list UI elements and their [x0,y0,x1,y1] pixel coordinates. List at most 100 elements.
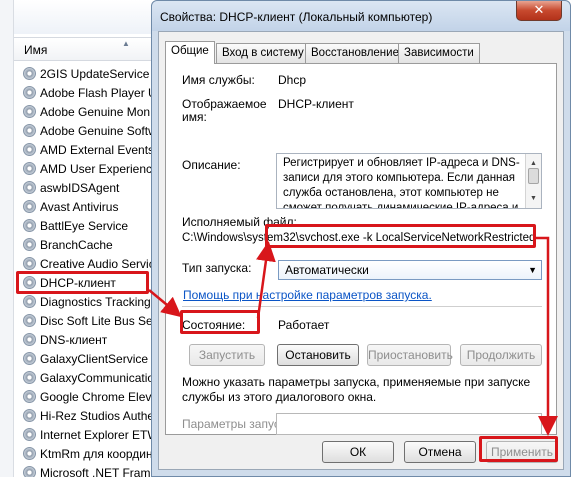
service-name: Adobe Flash Player U [40,86,157,100]
service-row[interactable]: Microsoft .NET Fram [23,464,160,477]
column-header-name: Имя [24,43,48,57]
tab-general[interactable]: Общие [165,41,215,64]
status-value: Работает [278,318,330,332]
service-name: Adobe Genuine Softw [40,124,157,138]
service-name: Google Chrome Elev [40,390,152,404]
service-row[interactable]: Diagnostics Tracking [23,293,160,312]
services-left-edge [0,0,14,477]
display-name-label-line1: Отображаемое [182,97,267,111]
gear-icon [23,390,36,403]
gear-icon [23,105,36,118]
service-name: GalaxyCommunicatio [40,371,155,385]
service-name: AMD User Experience [40,162,159,176]
gear-icon [23,371,36,384]
service-row[interactable]: GalaxyCommunicatio [23,369,160,388]
service-row[interactable]: KtmRm для координ [23,445,160,464]
startup-type-value: Автоматически [285,263,369,277]
service-row[interactable]: Internet Explorer ETW [23,426,160,445]
description-line: Регистрирует и обновляет IP-адреса и DNS… [283,157,520,169]
ok-button[interactable]: ОК [322,441,394,463]
description-line: сможет получать динамические IP-адреса и [283,202,519,209]
service-row[interactable]: aswbIDSAgent [23,179,160,198]
service-row[interactable]: AMD User Experience [23,160,160,179]
service-row[interactable]: Hi-Rez Studios Authe [23,407,160,426]
gear-icon [23,162,36,175]
service-row[interactable]: 2GIS UpdateService [23,65,160,84]
service-name: Creative Audio Servic [40,257,155,271]
service-name: BattlEye Service [40,219,129,233]
description-label: Описание: [182,158,241,172]
gear-icon [23,181,36,194]
startup-type-label: Тип запуска: [182,261,252,275]
pause-button[interactable]: Приостановить [367,344,453,366]
gear-icon [23,295,36,308]
service-name: BranchCache [40,238,113,252]
tab-dependencies[interactable]: Зависимости [398,43,480,63]
description-line: служба остановлена, этот компьютер не [283,187,499,199]
scroll-thumb[interactable] [528,168,539,184]
service-name-value: Dhcp [278,73,307,87]
gear-icon [23,124,36,137]
service-row[interactable]: BranchCache [23,236,160,255]
gear-icon [23,200,36,213]
gear-icon [23,67,36,80]
service-name: Hi-Rez Studios Authe [40,409,155,423]
service-row[interactable]: Creative Audio Servic [23,255,160,274]
dialog-title: Свойства: DHCP-клиент (Локальный компьют… [160,10,433,24]
stop-button[interactable]: Остановить [277,344,359,366]
resume-button[interactable]: Продолжить [460,344,542,366]
gear-icon [23,466,36,477]
display-name-value: DHCP-клиент [278,97,354,111]
service-name: 2GIS UpdateService [40,67,150,81]
services-column-header[interactable]: Имя ▲ [14,37,160,61]
service-row[interactable]: BattlEye Service [23,217,160,236]
service-row[interactable]: AMD External Events [23,141,160,160]
service-name: Diagnostics Tracking [40,295,151,309]
status-label: Состояние: [182,318,246,332]
services-toolbar-strip [0,0,160,34]
gear-icon [23,143,36,156]
service-row[interactable]: Adobe Genuine Mon [23,103,160,122]
service-name: GalaxyClientService [40,352,149,366]
divider [182,306,542,307]
services-list: Имя ▲ 2GIS UpdateService Adobe Flash Pla… [0,0,160,477]
service-row[interactable]: Disc Soft Lite Bus Ser [23,312,160,331]
tab-logon[interactable]: Вход в систему [216,43,310,63]
gear-icon [23,86,36,99]
dialog-client-area: Общие Вход в систему Восстановление Зави… [158,31,564,470]
apply-button[interactable]: Применить [486,441,558,463]
service-name: Disc Soft Lite Bus Ser [40,314,157,328]
tab-recovery[interactable]: Восстановление [305,43,405,63]
service-name: Microsoft .NET Fram [40,466,151,477]
service-name: aswbIDSAgent [40,181,120,195]
close-button[interactable]: ✕ [516,1,562,21]
service-row[interactable]: Adobe Genuine Softw [23,122,160,141]
service-row[interactable]: DNS-клиент [23,331,160,350]
gear-icon [23,352,36,365]
startup-params-input[interactable] [276,413,542,435]
service-row[interactable]: Adobe Flash Player U [23,84,160,103]
service-name-label: Имя службы: [182,73,255,87]
service-row[interactable]: GalaxyClientService [23,350,160,369]
cancel-button[interactable]: Отмена [404,441,476,463]
scroll-down-icon[interactable]: ▼ [530,191,537,206]
service-name: KtmRm для координ [40,447,153,461]
description-scrollbar[interactable]: ▲ ▼ [525,154,541,208]
service-row[interactable]: Avast Antivirus [23,198,160,217]
executable-label: Исполняемый файл: [182,215,297,229]
description-textbox[interactable]: Регистрирует и обновляет IP-адреса и DNS… [276,153,542,209]
service-name: DHCP-клиент [40,276,116,290]
start-button[interactable]: Запустить [189,344,265,366]
gear-icon [23,257,36,270]
startup-help-link[interactable]: Помощь при настройке параметров запуска. [183,288,432,302]
startup-type-select[interactable]: Автоматически ▼ [278,260,542,280]
dialog-titlebar[interactable]: Свойства: DHCP-клиент (Локальный компьют… [152,1,570,31]
service-name: Avast Antivirus [40,200,119,214]
gear-icon [23,238,36,251]
sort-up-icon: ▲ [122,39,130,48]
general-tab-panel: Имя службы: Dhcp Отображаемое имя: DHCP-… [165,63,557,435]
service-row[interactable]: Google Chrome Elev [23,388,160,407]
service-row-dhcp[interactable]: DHCP-клиент [23,274,160,293]
display-name-label-line2: имя: [182,110,207,124]
service-name: Internet Explorer ETW [40,428,159,442]
